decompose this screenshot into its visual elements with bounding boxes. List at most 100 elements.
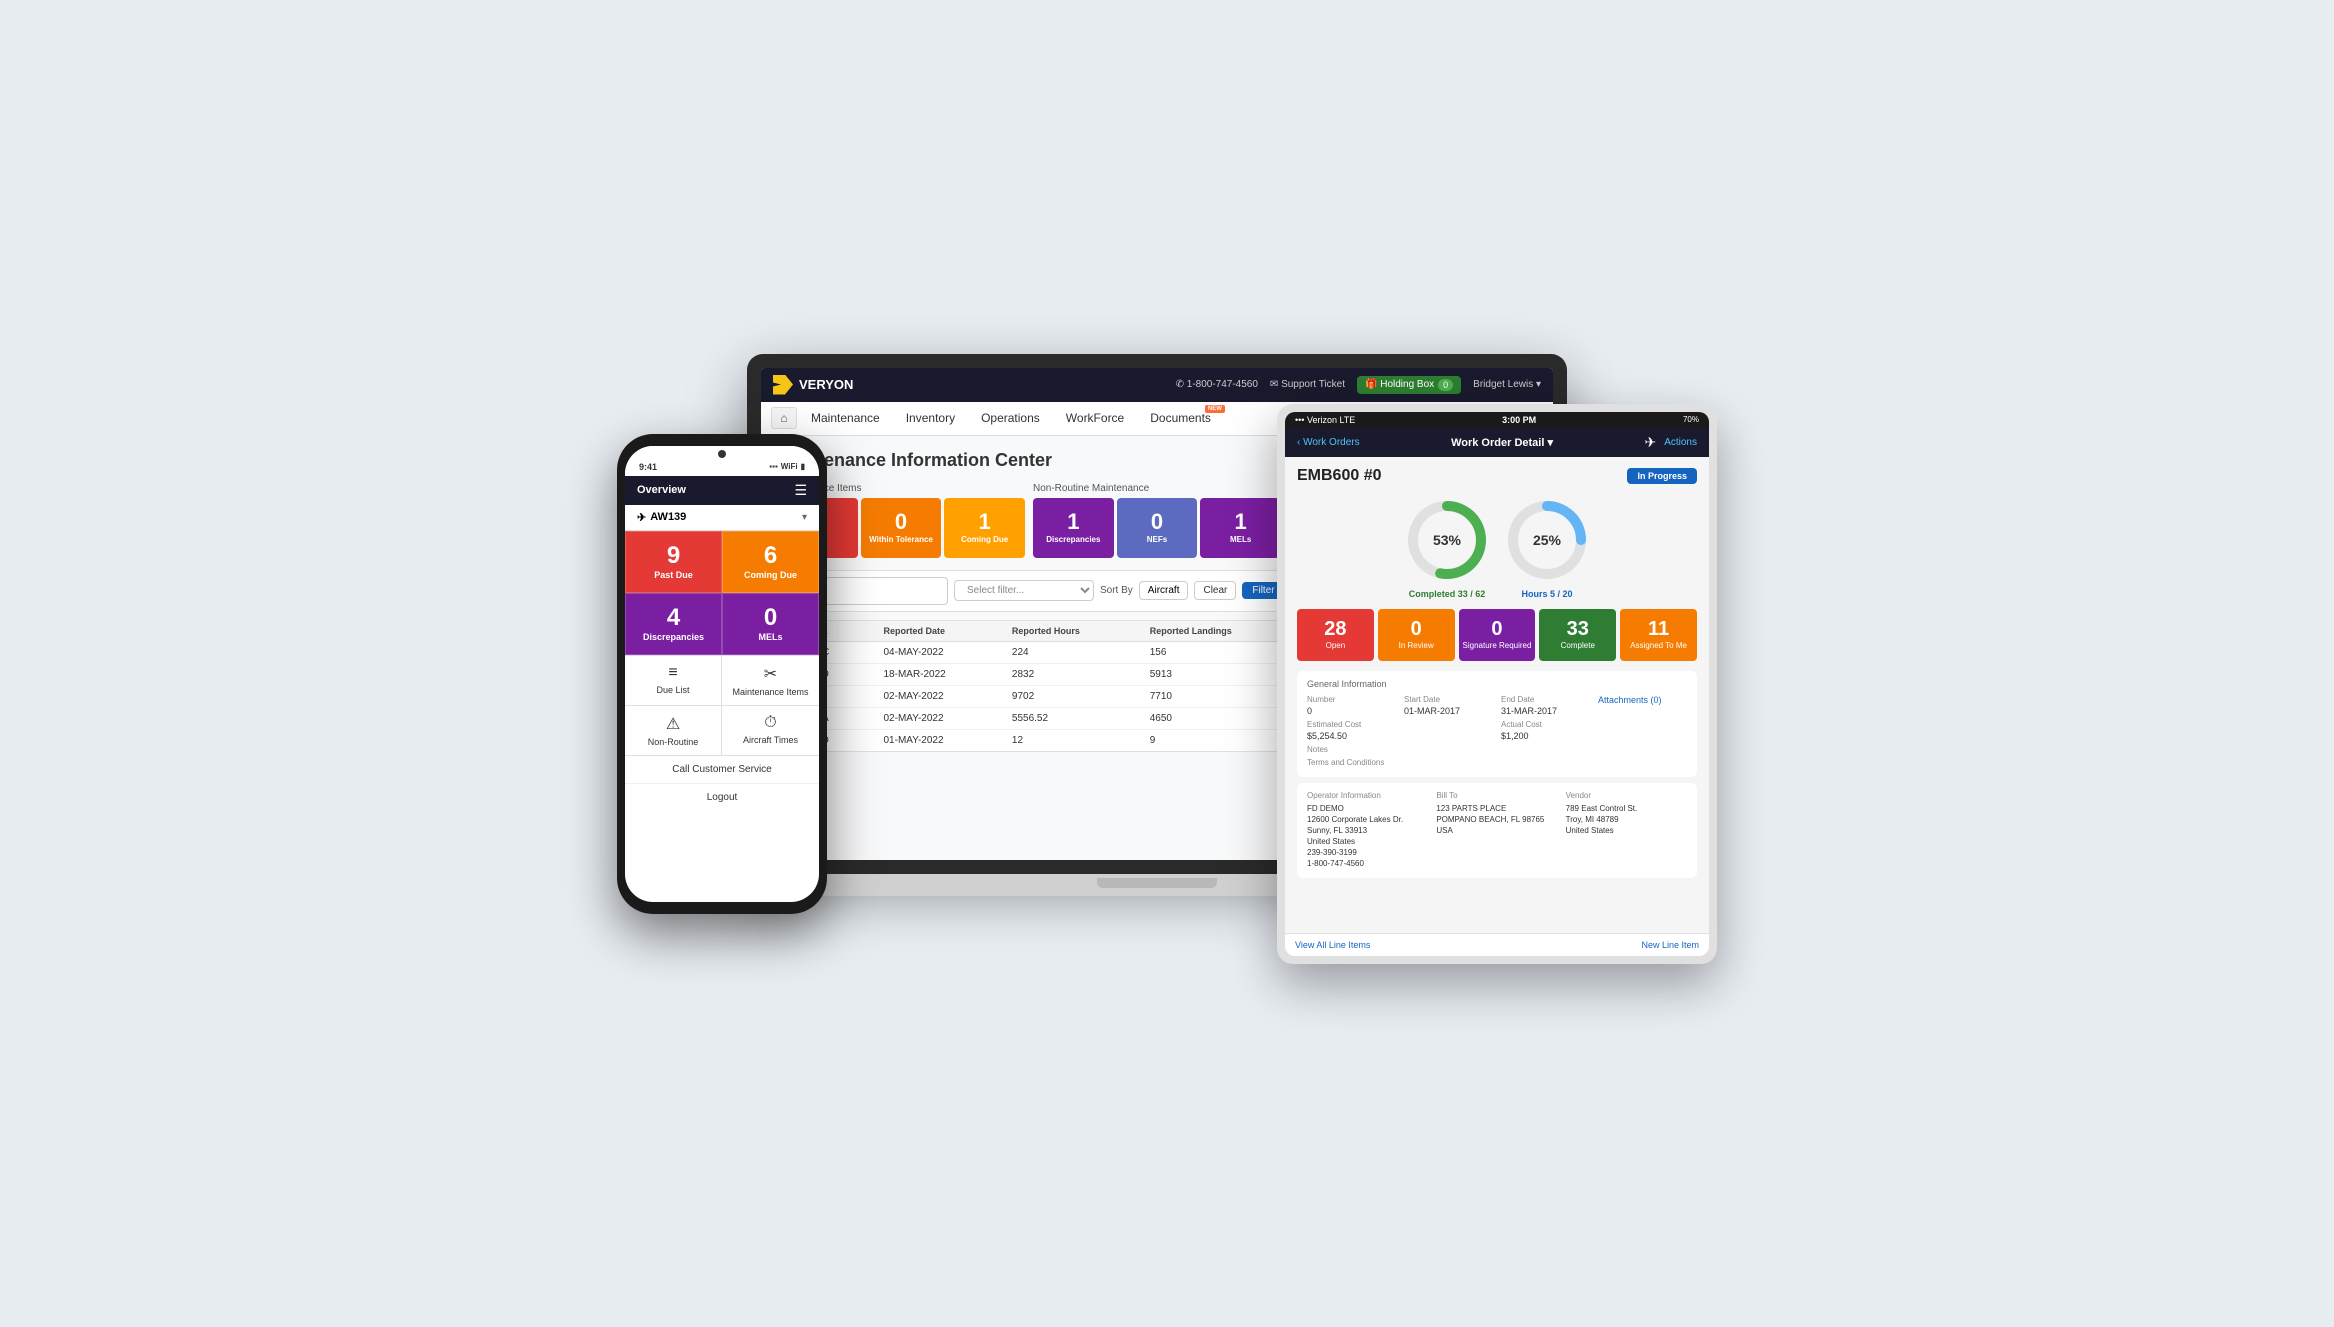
mic-tile-coming[interactable]: 1 Coming Due — [944, 498, 1025, 558]
mic-tile-within-label: Within Tolerance — [869, 535, 933, 544]
signal-icon: ▪▪▪ — [769, 462, 778, 471]
battery-icon: ▮ — [801, 462, 805, 471]
phone-aircraft-selector[interactable]: ✈ AW139 ▾ — [625, 505, 819, 531]
nav-inventory[interactable]: Inventory — [894, 407, 967, 429]
bill-to-name: 123 PARTS PLACE — [1436, 803, 1557, 814]
stat-assigned-num: 11 — [1648, 619, 1669, 639]
general-info-title: General Information — [1307, 679, 1687, 689]
tablet-bottom-links: View All Line Items New Line Item — [1285, 933, 1709, 956]
user-menu[interactable]: Bridget Lewis ▾ — [1473, 379, 1541, 390]
bill-to-content: 123 PARTS PLACE POMPANO BEACH, FL 98765 … — [1436, 803, 1557, 837]
mic-tile-disc[interactable]: 1 Discrepancies — [1033, 498, 1114, 558]
cell-reported-date: 01-MAY-2022 — [875, 729, 1003, 751]
stat-review-label: In Review — [1399, 641, 1434, 650]
phone-time: 9:41 — [639, 462, 657, 472]
nav-maintenance[interactable]: Maintenance — [799, 407, 892, 429]
aircraft-icon: ✈ — [637, 511, 646, 524]
phone-menu-non-routine[interactable]: ⚠ Non-Routine — [625, 706, 722, 756]
clear-button[interactable]: Clear — [1194, 581, 1236, 600]
operator-country: United States — [1307, 836, 1428, 847]
stat-review[interactable]: 0 In Review — [1378, 609, 1455, 661]
aircraft-dropdown-arrow: ▾ — [802, 512, 807, 523]
notes-label: Notes — [1307, 745, 1687, 754]
phone-menu-due-list[interactable]: ≡ Due List — [625, 656, 722, 706]
nav-operations[interactable]: Operations — [969, 407, 1052, 429]
bill-to-col: Bill To 123 PARTS PLACE POMPANO BEACH, F… — [1436, 791, 1557, 870]
phone-tile-disc[interactable]: 4 Discrepancies — [625, 593, 722, 655]
stat-assigned[interactable]: 11 Assigned To Me — [1620, 609, 1697, 661]
phone-tile-past-due[interactable]: 9 Past Due — [625, 531, 722, 593]
phone-customer-service-link[interactable]: Call Customer Service — [625, 756, 819, 784]
number-value: 0 — [1307, 706, 1396, 716]
mic-tile-mel-num: 1 — [1235, 511, 1247, 533]
tablet-plane-icon: ✈ — [1644, 434, 1656, 451]
charts-row: 53% Completed 33 / 62 25% Hours 5 / 20 — [1297, 495, 1697, 599]
operator-address: 12600 Corporate Lakes Dr. — [1307, 814, 1428, 825]
operator-col: Operator Information FD DEMO 12600 Corpo… — [1307, 791, 1428, 870]
phone-tile-mel-label: MELs — [758, 632, 782, 642]
brand-name: VERYON — [799, 377, 853, 392]
mic-tile-nef[interactable]: 0 NEFs — [1117, 498, 1198, 558]
tablet-battery: 70% — [1683, 415, 1699, 424]
nav-workforce[interactable]: WorkForce — [1054, 407, 1136, 429]
tablet-screen: ••• Verizon LTE 3:00 PM 70% ‹ Work Order… — [1285, 412, 1709, 956]
phone-tile-past-due-label: Past Due — [654, 570, 693, 580]
nav-documents[interactable]: Documents — [1138, 407, 1223, 429]
holding-box-button[interactable]: 🎁 Holding Box 0 — [1357, 376, 1461, 394]
phone-menu-aircraft-times[interactable]: ⏱ Aircraft Times — [722, 706, 819, 756]
phone-logout-link[interactable]: Logout — [625, 784, 819, 811]
stat-signature[interactable]: 0 Signature Required — [1459, 609, 1536, 661]
vendor-content: 789 East Control St. Troy, MI 48789 Unit… — [1566, 803, 1687, 837]
phone-menu-icon[interactable]: ☰ — [794, 482, 807, 499]
vendor-name: 789 East Control St. — [1566, 803, 1687, 814]
filter-select[interactable]: Select filter... — [954, 580, 1094, 601]
laptop-topbar: VERYON ✆ 1-800-747-4560 ✉ Support Ticket… — [761, 368, 1553, 402]
stat-complete[interactable]: 33 Complete — [1539, 609, 1616, 661]
info-col-attach: Attachments (0) — [1598, 695, 1687, 716]
actual-cost-label: Actual Cost — [1501, 720, 1687, 729]
info-col-end: End Date 31-MAR-2017 — [1501, 695, 1590, 716]
phone-tiles-grid: 9 Past Due 6 Coming Due 4 Discrepancies … — [625, 531, 819, 655]
mic-tile-mel[interactable]: 1 MELs — [1200, 498, 1281, 558]
est-cost-label: Estimated Cost — [1307, 720, 1493, 729]
tablet-back-button[interactable]: ‹ Work Orders — [1297, 437, 1360, 448]
cell-reported-date: 02-MAY-2022 — [875, 707, 1003, 729]
tablet-status-icons: 70% — [1683, 415, 1699, 424]
bill-to-label: Bill To — [1436, 791, 1557, 800]
actual-cost-value: $1,200 — [1501, 731, 1687, 741]
vendor-label: Vendor — [1566, 791, 1687, 800]
notes-row: Notes — [1307, 745, 1687, 754]
mic-tile-mel-label: MELs — [1230, 535, 1251, 544]
sort-by-value[interactable]: Aircraft — [1139, 581, 1189, 600]
new-line-item-link[interactable]: New Line Item — [1641, 940, 1699, 950]
operator-name: FD DEMO — [1307, 803, 1428, 814]
mic-tile-nef-num: 0 — [1151, 511, 1163, 533]
attachments-link[interactable]: Attachments (0) — [1598, 695, 1662, 705]
maintenance-items-icon: ✂ — [764, 664, 777, 684]
nav-home-button[interactable]: ⌂ — [771, 407, 797, 429]
operator-phone2: 1-800-747-4560 — [1307, 858, 1428, 869]
veryon-logo-icon — [773, 375, 793, 395]
info-col-start: Start Date 01-MAR-2017 — [1404, 695, 1493, 716]
tablet: ••• Verizon LTE 3:00 PM 70% ‹ Work Order… — [1277, 404, 1717, 964]
operator-city: Sunny, FL 33913 — [1307, 825, 1428, 836]
tablet-actions-button[interactable]: Actions — [1664, 437, 1697, 448]
stat-complete-num: 33 — [1567, 619, 1589, 639]
due-list-icon: ≡ — [668, 664, 677, 682]
search-input[interactable] — [821, 585, 921, 596]
start-label: Start Date — [1404, 695, 1493, 704]
phone-tile-disc-num: 4 — [667, 606, 680, 630]
vendor-country: United States — [1566, 825, 1687, 836]
number-label: Number — [1307, 695, 1396, 704]
phone-tile-mel[interactable]: 0 MELs — [722, 593, 819, 655]
mic-tile-within[interactable]: 0 Within Tolerance — [861, 498, 942, 558]
phone-menu-maintenance-items[interactable]: ✂ Maintenance Items — [722, 656, 819, 706]
view-all-link[interactable]: View All Line Items — [1295, 940, 1370, 950]
phone-tile-coming-due[interactable]: 6 Coming Due — [722, 531, 819, 593]
stats-tiles: 28 Open 0 In Review 0 Signature Required — [1297, 609, 1697, 661]
phone-screen: 9:41 ▪▪▪ WiFi ▮ Overview ☰ ✈ AW — [625, 446, 819, 902]
mic-nonroutine-tiles: 1 Discrepancies 0 NEFs 1 MELs — [1033, 498, 1281, 558]
operator-label: Operator Information — [1307, 791, 1428, 800]
stat-signature-label: Signature Required — [1463, 641, 1532, 650]
stat-open[interactable]: 28 Open — [1297, 609, 1374, 661]
